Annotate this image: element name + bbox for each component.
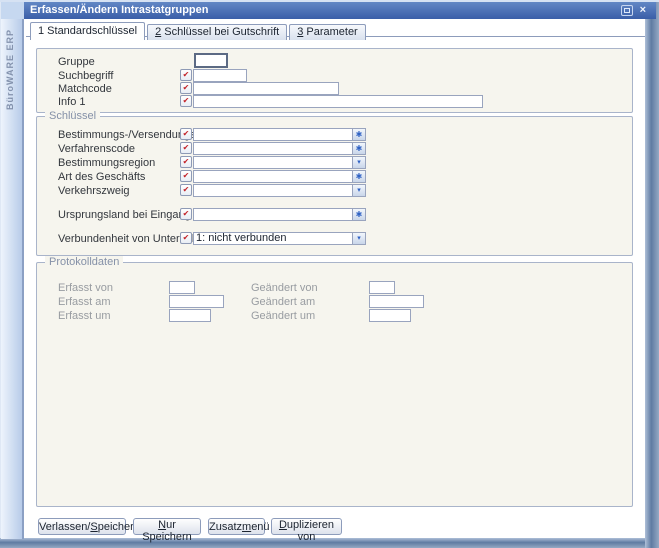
verkehrszweig-label: Verkehrszweig	[58, 185, 130, 197]
geaendert-am-input[interactable]	[369, 295, 424, 308]
groupbox-general: Gruppe Suchbegriff ✔ Matchcode ✔ Info 1 …	[36, 48, 633, 113]
verbundenheit-dropdown[interactable]: 1: nicht verbunden ▾	[193, 232, 366, 245]
geaendert-von-label: Geändert von	[251, 282, 318, 294]
bestimmungsregion-combo: ▾	[193, 156, 366, 169]
ursprungsland-label: Ursprungsland bei Eingang	[58, 209, 191, 221]
bestimmungsregion-dropdown-arrow-icon[interactable]: ▾	[352, 157, 365, 168]
brand-vertical-label: BüroWARE ERP	[5, 29, 15, 110]
button-label-post: enü	[251, 521, 269, 533]
window-controls: ×	[621, 5, 646, 16]
verkehrszweig-edit-check-icon[interactable]: ✔	[180, 184, 192, 196]
tab-schluessel-bei-gutschrift[interactable]: 2 Schlüssel bei Gutschrift	[147, 24, 287, 40]
matchcode-label: Matchcode	[58, 83, 112, 95]
tab-standardschluessel[interactable]: 1 Standardschlüssel	[30, 22, 145, 40]
erfasst-von-input[interactable]	[169, 281, 195, 294]
info1-label: Info 1	[58, 96, 86, 108]
restore-icon-inner	[624, 8, 630, 13]
suchbegriff-edit-check-icon[interactable]: ✔	[180, 69, 192, 81]
bestimmungsregion-edit-check-icon[interactable]: ✔	[180, 156, 192, 168]
verfahrenscode-combo: ✱	[193, 142, 366, 155]
gruppe-input[interactable]	[194, 53, 228, 68]
groupbox-schluessel-title: Schlüssel	[45, 110, 100, 122]
ursprungsland-combo: ✱	[193, 208, 366, 221]
matchcode-edit-check-icon[interactable]: ✔	[180, 82, 192, 94]
erfasst-um-label: Erfasst um	[58, 310, 111, 322]
dialog-content: 1 Standardschlüssel 2 Schlüssel bei Guts…	[26, 19, 645, 538]
matchcode-input[interactable]	[193, 82, 339, 95]
geaendert-um-label: Geändert um	[251, 310, 315, 322]
button-label-key: D	[279, 519, 287, 531]
art-des-geschaefts-input[interactable]	[194, 171, 352, 182]
window-corner	[1, 2, 24, 19]
verkehrszweig-dropdown-arrow-icon[interactable]: ▾	[352, 185, 365, 196]
title-bar: Erfassen/Ändern Intrastatgruppen ×	[24, 2, 656, 19]
art-des-geschaefts-edit-check-icon[interactable]: ✔	[180, 170, 192, 182]
erfasst-von-label: Erfasst von	[58, 282, 113, 294]
erfasst-um-input[interactable]	[169, 309, 211, 322]
verfahrenscode-input[interactable]	[194, 143, 352, 154]
verfahrenscode-edit-check-icon[interactable]: ✔	[180, 142, 192, 154]
window-frame-right	[645, 2, 659, 548]
art-des-geschaefts-lookup-icon[interactable]: ✱	[352, 171, 365, 182]
window-title: Erfassen/Ändern Intrastatgruppen	[30, 4, 208, 16]
dialog-window: Erfassen/Ändern Intrastatgruppen × BüroW…	[0, 0, 659, 548]
window-frame-bottom	[0, 538, 645, 548]
bestimmungsland-lookup-icon[interactable]: ✱	[352, 129, 365, 140]
bestimmungsland-combo: ✱	[193, 128, 366, 141]
verbundenheit-selected-value: 1: nicht verbunden	[194, 233, 352, 244]
verlassen-speichern-button[interactable]: Verlassen/Speichern	[38, 518, 126, 535]
close-icon[interactable]: ×	[640, 5, 646, 16]
restore-icon[interactable]	[621, 5, 633, 16]
tab-parameter[interactable]: 3 Parameter	[289, 24, 366, 40]
verkehrszweig-input[interactable]	[194, 185, 352, 196]
art-des-geschaefts-label: Art des Geschäfts	[58, 171, 145, 183]
ursprungsland-input[interactable]	[194, 209, 352, 220]
geaendert-am-label: Geändert am	[251, 296, 315, 308]
verbundenheit-edit-check-icon[interactable]: ✔	[180, 232, 192, 244]
groupbox-protokolldaten-title: Protokolldaten	[45, 256, 123, 268]
bestimmungsregion-input[interactable]	[194, 157, 352, 168]
button-label-pre: Zusatz	[209, 521, 242, 533]
verbundenheit-dropdown-arrow-icon[interactable]: ▾	[352, 233, 365, 244]
erfasst-am-label: Erfasst am	[58, 296, 111, 308]
verkehrszweig-combo: ▾	[193, 184, 366, 197]
button-label-pre: Verlassen/	[39, 521, 90, 533]
verfahrenscode-label: Verfahrenscode	[58, 143, 135, 155]
info1-edit-check-icon[interactable]: ✔	[180, 95, 192, 107]
tab-label-pre: 1 Standardschlüssel	[38, 25, 137, 37]
button-label-key: N	[158, 519, 166, 531]
bestimmungsland-edit-check-icon[interactable]: ✔	[180, 128, 192, 140]
bestimmungsland-input[interactable]	[194, 129, 352, 140]
geaendert-um-input[interactable]	[369, 309, 411, 322]
tab-label-post: Parameter	[303, 26, 357, 38]
nur-speichern-button[interactable]: Nur Speichern	[133, 518, 201, 535]
duplizieren-von-button[interactable]: Duplizieren von	[271, 518, 342, 535]
groupbox-protokolldaten: Protokolldaten Erfasst von Erfasst am Er…	[36, 262, 633, 507]
suchbegriff-label: Suchbegriff	[58, 70, 113, 82]
button-label-key: m	[242, 521, 251, 533]
button-label-post: ur Speichern	[142, 519, 192, 543]
geaendert-von-input[interactable]	[369, 281, 395, 294]
suchbegriff-input[interactable]	[193, 69, 247, 82]
groupbox-schluessel: Schlüssel Bestimmungs-/Versendungsland ✔…	[36, 116, 633, 256]
erfasst-am-input[interactable]	[169, 295, 224, 308]
ursprungsland-lookup-icon[interactable]: ✱	[352, 209, 365, 220]
ursprungsland-edit-check-icon[interactable]: ✔	[180, 208, 192, 220]
bestimmungsregion-label: Bestimmungsregion	[58, 157, 155, 169]
button-label-key: S	[90, 521, 97, 533]
gruppe-label: Gruppe	[58, 56, 95, 68]
tab-label-post: Schlüssel bei Gutschrift	[161, 26, 279, 38]
brand-sidebar: BüroWARE ERP	[1, 19, 24, 539]
art-des-geschaefts-combo: ✱	[193, 170, 366, 183]
verfahrenscode-lookup-icon[interactable]: ✱	[352, 143, 365, 154]
zusatzmenue-button[interactable]: Zusatzmenü	[208, 518, 265, 535]
tab-bar: 1 Standardschlüssel 2 Schlüssel bei Guts…	[30, 22, 368, 40]
info1-input[interactable]	[193, 95, 483, 108]
